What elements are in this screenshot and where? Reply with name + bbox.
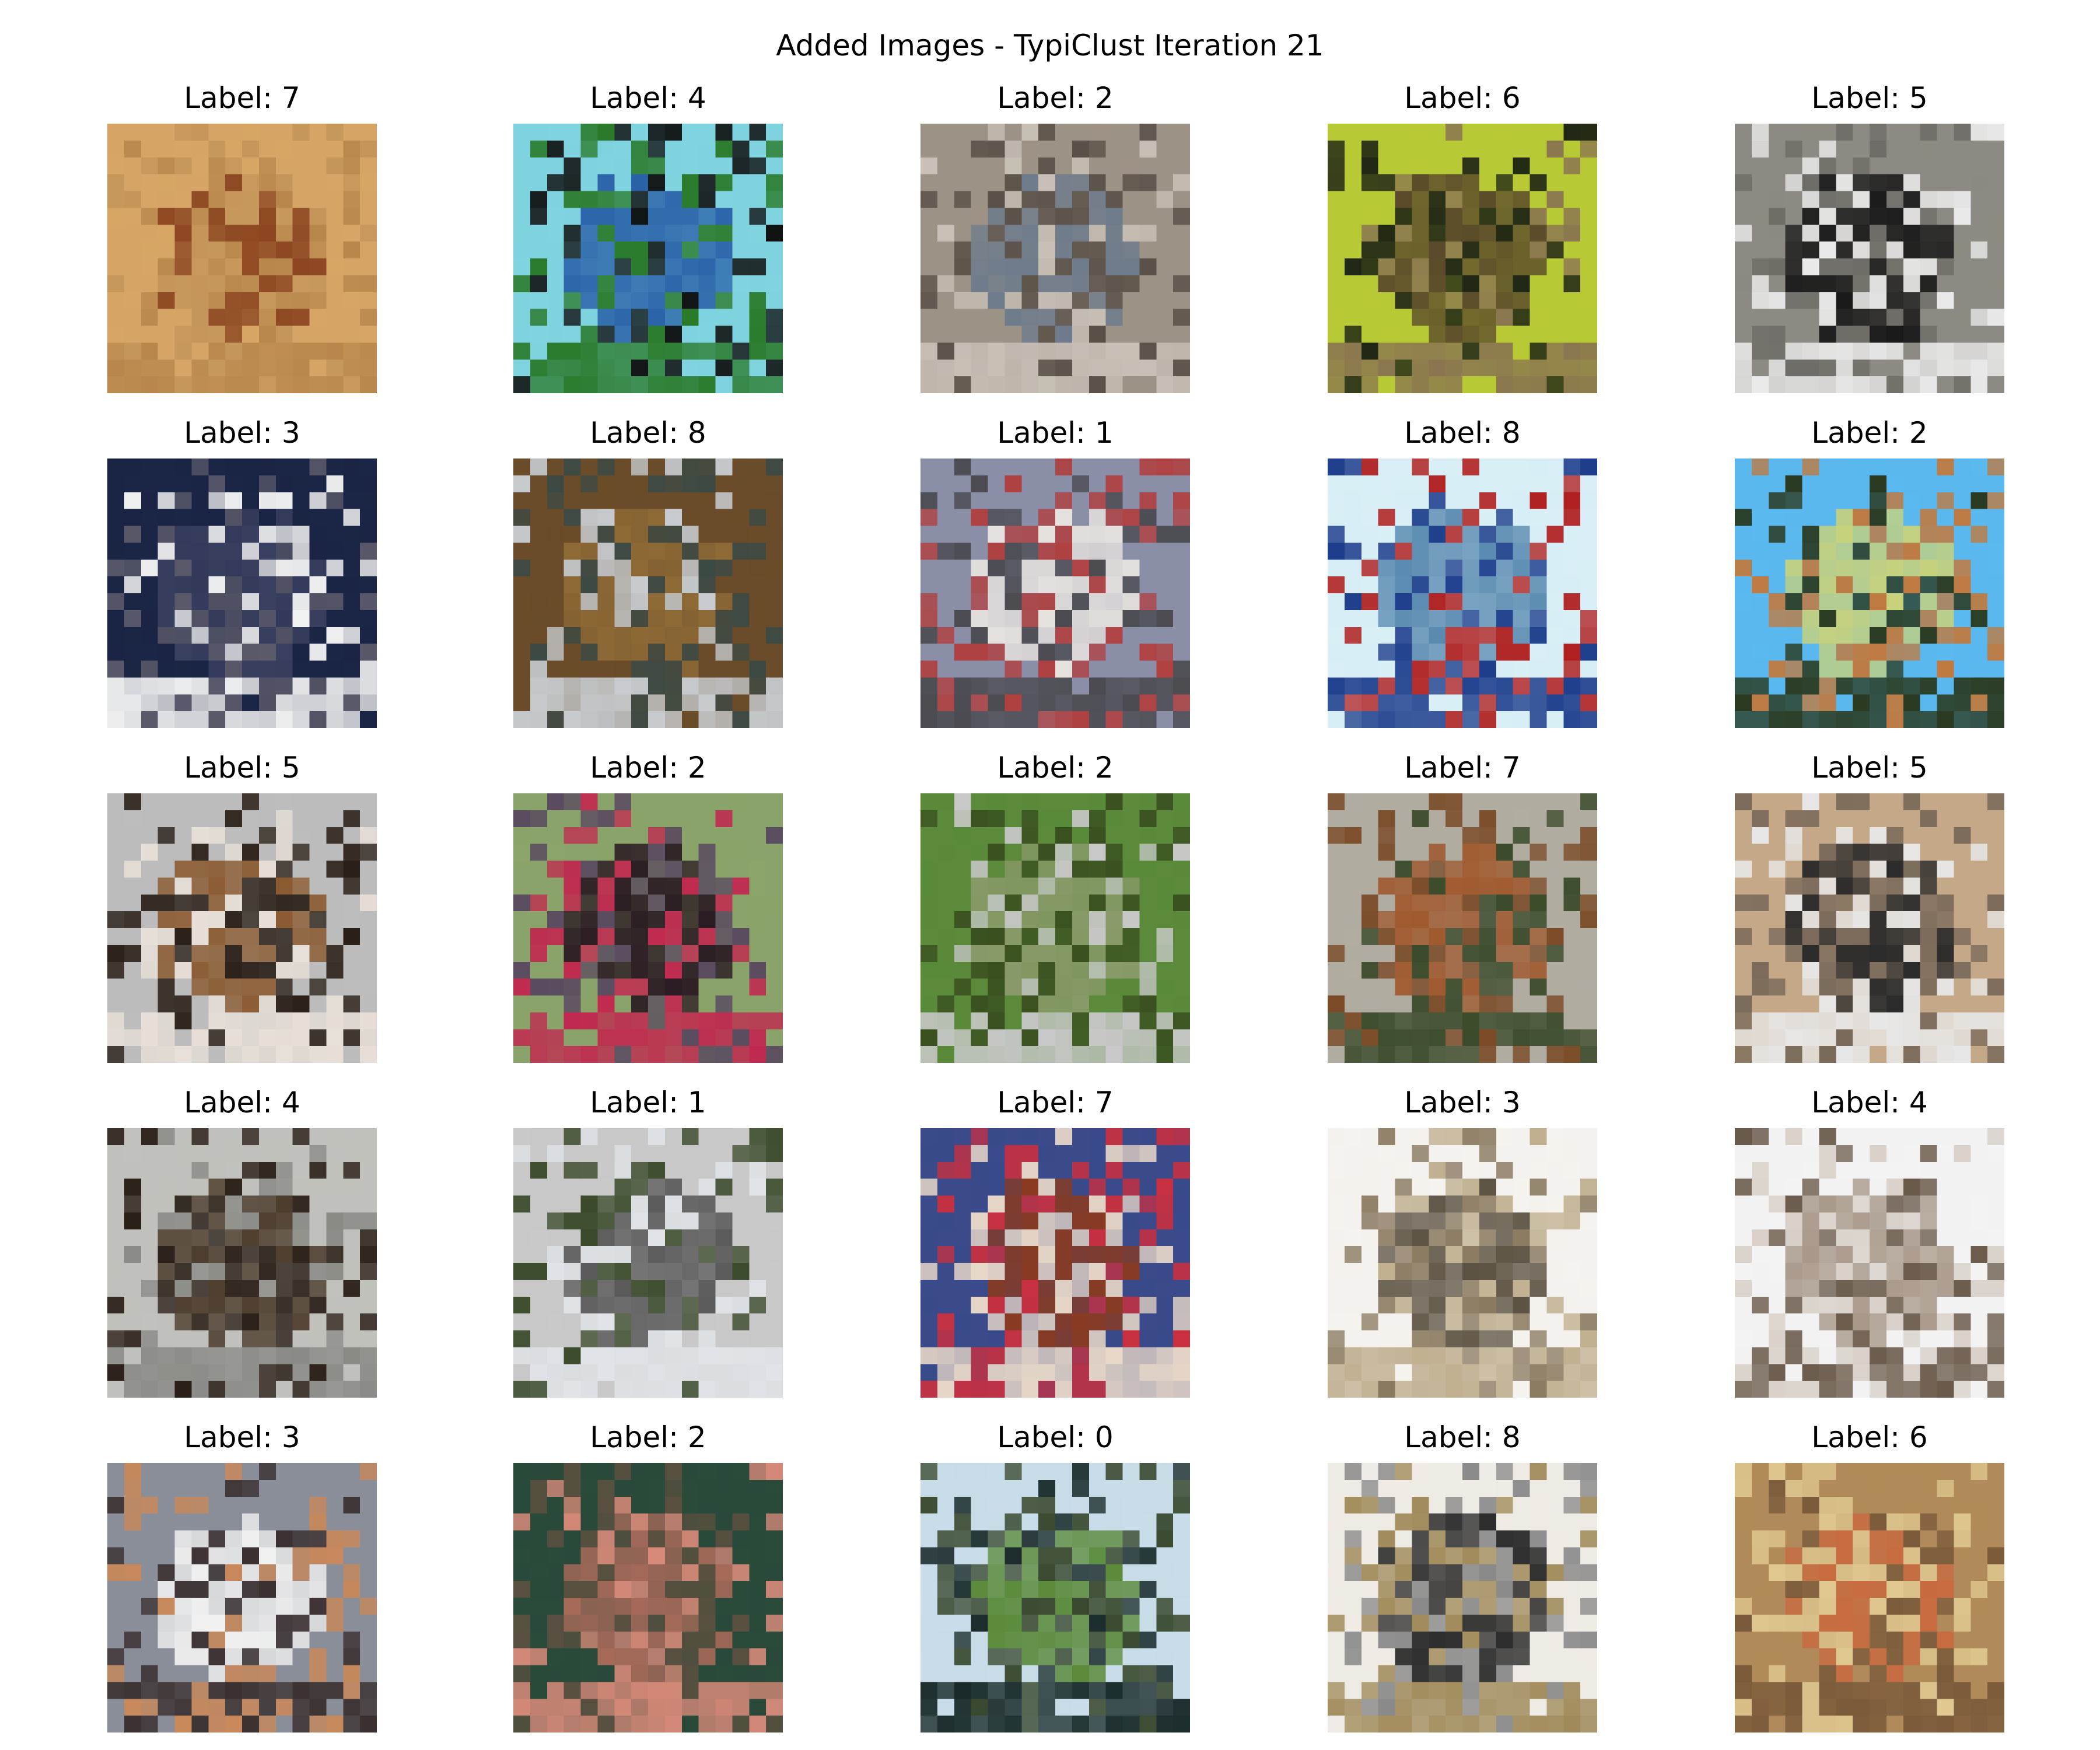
- thumbnail-image: deer on white background: [1735, 1128, 2004, 1398]
- image-label: Label: 1: [590, 1086, 706, 1119]
- image-label: Label: 8: [1404, 416, 1521, 450]
- image-label: Label: 3: [1404, 1086, 1521, 1119]
- image-label: Label: 2: [1811, 416, 1928, 450]
- thumbnail-image: rider on brown horse: [921, 1128, 1190, 1398]
- image-label: Label: 3: [184, 1420, 300, 1454]
- thumbnail-image: black and white small dog: [1735, 124, 2004, 393]
- image-cell: Label: 4 deer on white background: [1735, 1085, 2004, 1398]
- image-label: Label: 8: [1404, 1420, 1521, 1454]
- image-cell: Label: 8 white ship on river: [513, 415, 783, 728]
- thumbnail-image: bird in tall grass: [921, 793, 1190, 1063]
- thumbnail-image: brown frog close-up: [1328, 124, 1597, 393]
- thumbnail-image: dog lying down: [107, 793, 377, 1063]
- thumbnail-image: dark fighter jet on grass: [921, 1463, 1190, 1732]
- image-label: Label: 4: [590, 81, 706, 115]
- thumbnail-image: dark cat with white chest: [107, 459, 377, 728]
- image-cell: Label: 4 deer with antlers lying in snow: [107, 1085, 377, 1398]
- image-cell: Label: 1 white car parked: [921, 415, 1190, 728]
- image-label: Label: 2: [590, 1420, 706, 1454]
- image-label: Label: 6: [1404, 81, 1521, 115]
- image-cell: Label: 2 yellow green bird on reeds: [1735, 415, 2004, 728]
- image-cell: Label: 2 ostrich head close-up: [513, 1420, 783, 1732]
- thumbnail-image: grey bird perched: [921, 124, 1190, 393]
- image-label: Label: 8: [590, 416, 706, 450]
- thumbnail-image: ship under bridge: [1328, 459, 1597, 728]
- image-cell: Label: 3 tabby cat drawing: [1328, 1085, 1597, 1398]
- image-label: Label: 5: [1811, 751, 1928, 785]
- image-cell: Label: 6 brown frog close-up: [1328, 80, 1597, 393]
- thumbnail-image: brown frog on bricks: [1735, 1463, 2004, 1732]
- image-label: Label: 7: [997, 1086, 1114, 1119]
- image-label: Label: 2: [997, 751, 1114, 785]
- thumbnail-image: white ship on river: [513, 459, 783, 728]
- thumbnail-image: cargo ship on water: [1328, 1463, 1597, 1732]
- thumbnail-image: tabby cat drawing: [1328, 1128, 1597, 1398]
- thumbnail-image: brown horse on road: [1328, 793, 1597, 1063]
- thumbnail-image: white cat lying: [107, 1463, 377, 1732]
- image-label: Label: 7: [184, 81, 300, 115]
- image-label: Label: 3: [184, 416, 300, 450]
- thumbnail-image: yellow green bird on reeds: [1735, 459, 2004, 728]
- image-label: Label: 0: [997, 1420, 1114, 1454]
- image-label: Label: 5: [184, 751, 300, 785]
- image-cell: Label: 7 brown horse standing, side view: [107, 80, 377, 393]
- thumbnail-image: dark turkey on grass: [513, 793, 783, 1063]
- image-cell: Label: 3 dark cat with white chest: [107, 415, 377, 728]
- figure-title: Added Images - TypiClust Iteration 21: [776, 29, 1324, 62]
- image-cell: Label: 2 bird in tall grass: [921, 750, 1190, 1063]
- image-cell: Label: 3 white cat lying: [107, 1420, 377, 1732]
- image-label: Label: 4: [1811, 1086, 1928, 1119]
- image-cell: Label: 8 ship under bridge: [1328, 415, 1597, 728]
- thumbnail-image: husky dog portrait: [1735, 793, 2004, 1063]
- image-cell: Label: 4 dark deer grazing on grass by wa…: [513, 80, 783, 393]
- image-cell: Label: 5 dog lying down: [107, 750, 377, 1063]
- thumbnail-image: white car parked: [921, 459, 1190, 728]
- thumbnail-image: brown horse standing, side view: [107, 124, 377, 393]
- image-cell: Label: 8 cargo ship on water: [1328, 1420, 1597, 1732]
- image-label: Label: 4: [184, 1086, 300, 1119]
- image-cell: Label: 5 husky dog portrait: [1735, 750, 2004, 1063]
- image-label: Label: 5: [1811, 81, 1928, 115]
- image-cell: Label: 7 brown horse on road: [1328, 750, 1597, 1063]
- image-label: Label: 7: [1404, 751, 1521, 785]
- image-label: Label: 6: [1811, 1420, 1928, 1454]
- thumbnail-image: dark deer grazing on grass by water: [513, 124, 783, 393]
- thumbnail-image: ostrich head close-up: [513, 1463, 783, 1732]
- image-label: Label: 2: [590, 751, 706, 785]
- image-cell: Label: 6 brown frog on bricks: [1735, 1420, 2004, 1732]
- thumbnail-image: deer with antlers lying in snow: [107, 1128, 377, 1398]
- image-label: Label: 1: [997, 416, 1114, 450]
- image-cell: Label: 0 dark fighter jet on grass: [921, 1420, 1190, 1732]
- image-cell: Label: 2 grey bird perched: [921, 80, 1190, 393]
- image-cell: Label: 5 black and white small dog: [1735, 80, 2004, 393]
- image-cell: Label: 2 dark turkey on grass: [513, 750, 783, 1063]
- thumbnail-image: silver car on street: [513, 1128, 783, 1398]
- image-label: Label: 2: [997, 81, 1114, 115]
- image-cell: Label: 1 silver car on street: [513, 1085, 783, 1398]
- image-cell: Label: 7 rider on brown horse: [921, 1085, 1190, 1398]
